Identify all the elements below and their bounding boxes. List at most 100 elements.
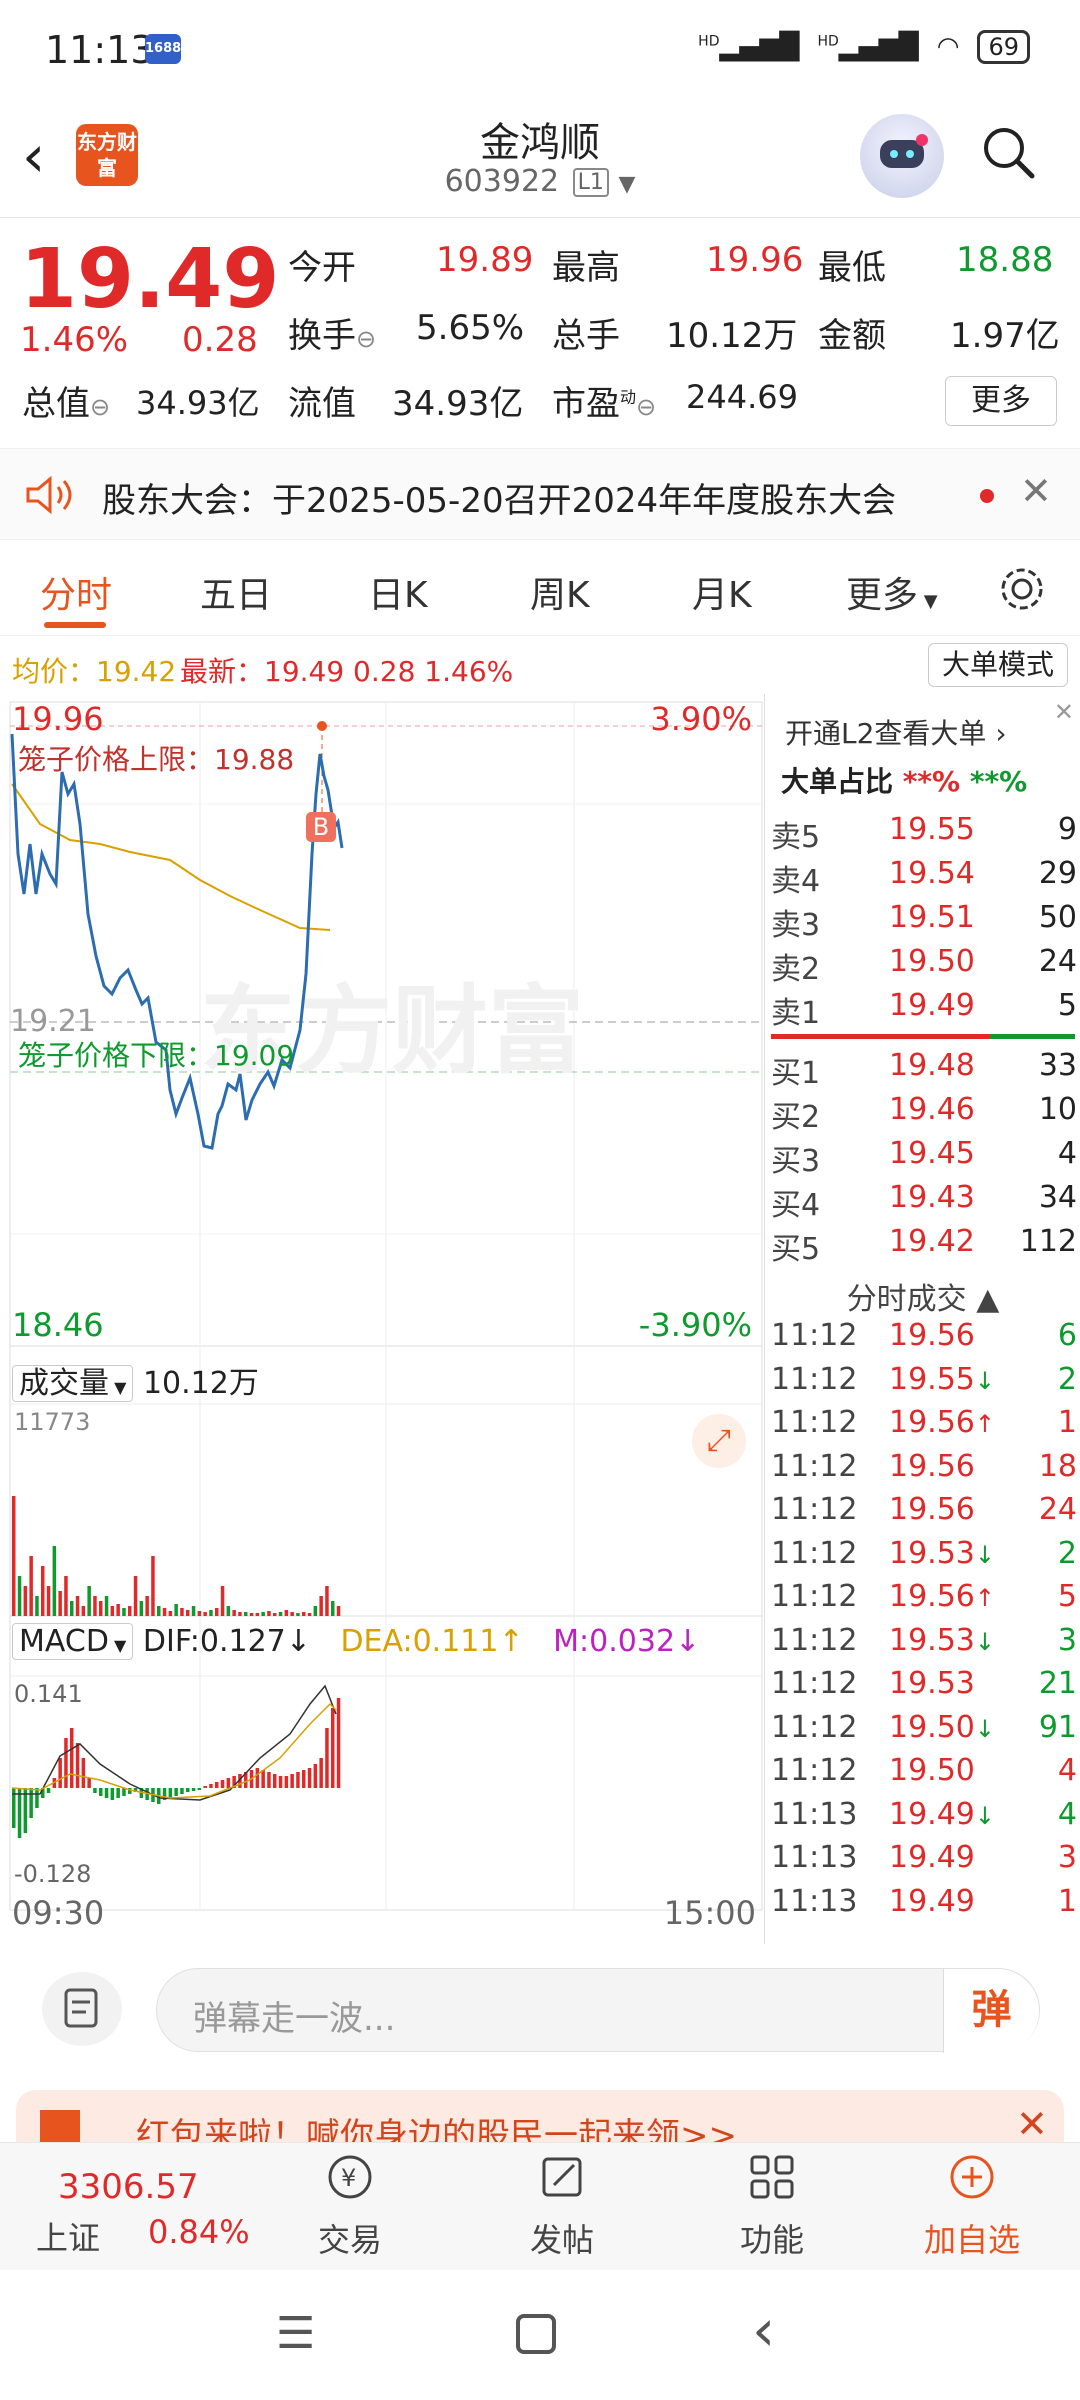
macd-bar bbox=[35, 1788, 39, 1808]
tab-functions[interactable]: 功能 bbox=[664, 2143, 880, 2271]
trade-price: 19.49↓ bbox=[889, 1797, 995, 1832]
unread-dot bbox=[980, 489, 994, 503]
macd-bar bbox=[336, 1698, 341, 1788]
assistant-robot-icon[interactable] bbox=[860, 114, 944, 198]
volume-indicator-select[interactable]: 成交量 ▼ bbox=[12, 1365, 134, 1402]
trade-row: 11:13 19.49 3 bbox=[765, 1840, 1080, 1884]
float-label: 流值 bbox=[288, 384, 356, 424]
volume-bar bbox=[267, 1611, 271, 1616]
tab-five-day[interactable]: 五日 bbox=[200, 566, 272, 618]
trade-time: 11:12 bbox=[771, 1579, 858, 1614]
macd-bar bbox=[70, 1728, 74, 1788]
big-order-mode-button[interactable]: 大单模式 bbox=[928, 643, 1068, 687]
search-icon[interactable] bbox=[980, 124, 1036, 180]
asks-row[interactable]: 卖4 19.54 29 bbox=[765, 856, 1080, 900]
asks-label: 卖5 bbox=[771, 820, 821, 855]
gear-icon[interactable] bbox=[995, 562, 1049, 616]
tab-functions-label: 功能 bbox=[739, 2221, 804, 2259]
asks-row[interactable]: 卖1 19.49 5 bbox=[765, 988, 1080, 1032]
tab-weekly-k[interactable]: 周K bbox=[530, 566, 590, 618]
menu-icon[interactable]: ☰ bbox=[276, 2308, 315, 2359]
close-icon[interactable]: ✕ bbox=[1054, 698, 1074, 726]
volume-bar bbox=[29, 1556, 33, 1616]
bids-volume: 4 bbox=[1057, 1136, 1077, 1171]
trade-volume: 3 bbox=[1057, 1622, 1077, 1658]
trade-time: 11:12 bbox=[771, 1535, 858, 1571]
bids-row[interactable]: 买2 19.46 10 bbox=[765, 1092, 1080, 1136]
bids-row[interactable]: 买1 19.48 33 bbox=[765, 1048, 1080, 1092]
macd-bar bbox=[99, 1788, 103, 1796]
volume-bar bbox=[145, 1596, 149, 1616]
trade-volume: 18 bbox=[1038, 1448, 1077, 1484]
close-icon[interactable]: ✕ bbox=[1020, 469, 1052, 513]
signal2-icon: HD▂▄▆█ bbox=[817, 32, 919, 62]
promo-banner[interactable]: 红包来啦！喊你身边的股民一起来领>> ✕ bbox=[16, 2090, 1064, 2150]
tab-post[interactable]: 发帖 bbox=[454, 2143, 670, 2271]
back-nav-icon[interactable]: ‹ bbox=[752, 2296, 775, 2364]
tab-trade[interactable]: ¥ 交易 bbox=[242, 2143, 458, 2271]
intraday-chart[interactable]: 东方财富 19.96 3.90% 笼子价格上限：19.88 B 19.21 笼子… bbox=[0, 694, 764, 1944]
more-button[interactable]: 更多 bbox=[945, 376, 1057, 426]
danmaku-button[interactable]: 弹 bbox=[943, 1969, 1039, 2053]
volume-bar bbox=[238, 1612, 242, 1616]
tab-daily-k[interactable]: 日K bbox=[368, 566, 428, 618]
trade-arrow-icon: ↓ bbox=[974, 1627, 995, 1656]
comment-input[interactable]: 弹幕走一波... 弹 bbox=[156, 1968, 1040, 2053]
macd-bar bbox=[29, 1788, 33, 1818]
trade-price: 19.56↑ bbox=[889, 1579, 995, 1614]
macd-bar bbox=[290, 1774, 294, 1788]
macd-bar bbox=[209, 1784, 213, 1788]
volume-bar bbox=[133, 1576, 138, 1616]
pe-value: 244.69 bbox=[686, 378, 798, 416]
asks-row[interactable]: 卖5 19.55 9 bbox=[765, 812, 1080, 856]
tab-more[interactable]: 更多 ▼ bbox=[846, 566, 938, 618]
close-icon[interactable]: ✕ bbox=[1016, 2102, 1048, 2146]
l2-upgrade-link[interactable]: 开通L2查看大单 › bbox=[785, 712, 1007, 752]
trade-price-value: 19.55 bbox=[889, 1361, 975, 1397]
trades-title[interactable]: 分时成交 ▲ bbox=[765, 1274, 1080, 1318]
volume-bar bbox=[290, 1612, 294, 1616]
volume-bar bbox=[249, 1613, 254, 1616]
turnover-label[interactable]: 换手⊖ bbox=[288, 308, 376, 357]
macd-bar bbox=[110, 1788, 115, 1800]
volume-bar bbox=[104, 1596, 109, 1616]
expand-icon[interactable]: ⤢ bbox=[692, 1414, 746, 1468]
trade-price-value: 19.49 bbox=[889, 1796, 975, 1832]
asks-row[interactable]: 卖3 19.51 50 bbox=[765, 900, 1080, 944]
trade-price-value: 19.50 bbox=[889, 1709, 975, 1745]
trade-arrow-icon: ↓ bbox=[974, 1540, 995, 1569]
battery-icon: 69 bbox=[977, 30, 1030, 64]
volume-bar bbox=[52, 1546, 57, 1616]
notice-bar[interactable]: 股东大会：于2025-05-20召开2024年年度股东大会 ✕ bbox=[0, 448, 1080, 540]
trade-row: 11:12 19.55↓ 2 bbox=[765, 1362, 1080, 1406]
bids-label: 买3 bbox=[771, 1144, 821, 1179]
macd-bar bbox=[313, 1764, 318, 1788]
volume-value: 10.12万 bbox=[666, 316, 798, 356]
bids-row[interactable]: 买4 19.43 34 bbox=[765, 1180, 1080, 1224]
tab-add-watch[interactable]: 加自选 bbox=[864, 2143, 1080, 2271]
macd-header: MACD ▼ DIF:0.127↓ DEA:0.111↑ M:0.032↓ bbox=[12, 1623, 700, 1660]
volume-bar bbox=[35, 1596, 39, 1616]
macd-bar bbox=[75, 1743, 80, 1788]
asks-price: 19.49 bbox=[889, 988, 975, 1023]
buy-marker[interactable]: B bbox=[306, 812, 336, 842]
quote-panel: 19.49 1.46% 0.28 总值⊖ 34.93亿 今开 19.89 最高 … bbox=[0, 218, 1080, 448]
bids-row[interactable]: 买5 19.42 112 bbox=[765, 1224, 1080, 1268]
asks-row[interactable]: 卖2 19.50 24 bbox=[765, 944, 1080, 988]
macd-bar bbox=[203, 1786, 207, 1788]
tab-intraday[interactable]: 分时 bbox=[40, 566, 112, 618]
tab-monthly-k[interactable]: 月K bbox=[692, 566, 752, 618]
pe-label[interactable]: 市盈动⊖ bbox=[552, 376, 656, 425]
y-axis-top: 19.96 bbox=[12, 700, 104, 738]
bids-row[interactable]: 买3 19.45 4 bbox=[765, 1136, 1080, 1180]
volume-bar bbox=[116, 1604, 120, 1616]
cage-upper: 笼子价格上限：19.88 bbox=[18, 743, 295, 776]
note-icon[interactable] bbox=[42, 1972, 122, 2046]
volume-bar bbox=[325, 1586, 329, 1616]
home-icon[interactable] bbox=[516, 2314, 556, 2354]
volume-header: 成交量 ▼ 10.12万 bbox=[12, 1358, 259, 1402]
mktcap-label[interactable]: 总值⊖ bbox=[22, 376, 110, 425]
index-ticker[interactable]: 3306.57 上证 0.84% bbox=[0, 2143, 250, 2271]
macd-indicator-select[interactable]: MACD ▼ bbox=[12, 1623, 134, 1660]
volume-bar bbox=[99, 1601, 103, 1616]
